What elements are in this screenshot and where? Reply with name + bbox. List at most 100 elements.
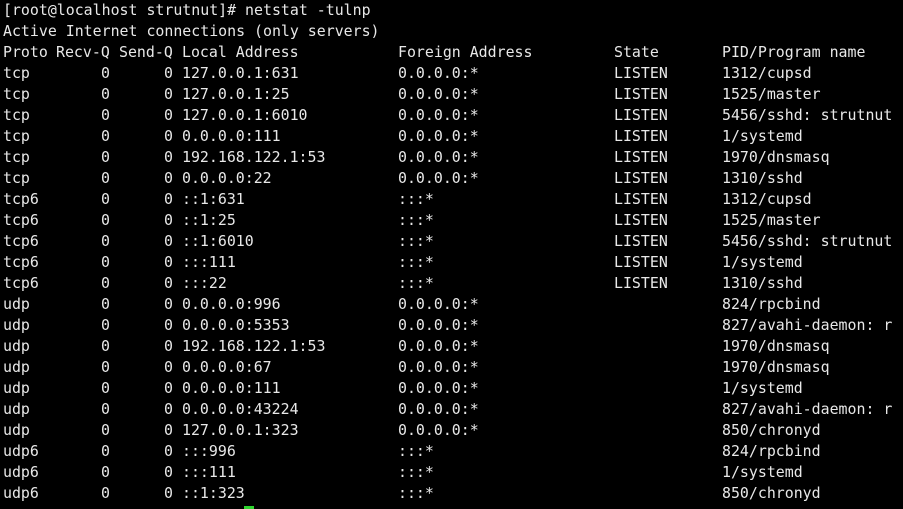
row-foreign-address: 0.0.0.0:*	[398, 358, 479, 376]
row-foreign-address: :::*	[398, 463, 434, 481]
table-row: tcp6 0 0::1:631:::* LISTEN 1312/cupsd	[3, 189, 903, 210]
row-local-address: 0.0.0.0:111	[182, 379, 281, 397]
table-row: udp 0 0 127.0.0.1:323 0.0.0.0:* 850/chronyd	[3, 420, 903, 441]
table-row: tcp6 0 0:::111:::* LISTEN 1/systemd	[3, 252, 903, 273]
row-send-q: 0	[164, 190, 173, 208]
row-pid-program: 1970/dnsmasq	[722, 337, 830, 355]
row-proto: udp	[3, 400, 30, 418]
row-pid-program: 850/chronyd	[722, 484, 821, 502]
row-local-address: 127.0.0.1:25	[182, 85, 290, 103]
row-recv-q: 0	[101, 106, 110, 124]
row-foreign-address: :::*	[398, 232, 434, 250]
row-pid-program: 827/avahi-daemon: r	[722, 316, 893, 334]
row-proto: tcp6	[3, 190, 39, 208]
row-foreign-address: 0.0.0.0:*	[398, 85, 479, 103]
row-recv-q: 0	[101, 442, 110, 460]
table-row: udp 0 0 0.0.0.0:43224 0.0.0.0:* 827/avahi-dae…	[3, 399, 903, 420]
terminal-window[interactable]: [root@localhost strutnut]# netstat -tuln…	[0, 0, 903, 509]
row-state: LISTEN	[614, 232, 668, 250]
row-recv-q: 0	[101, 379, 110, 397]
row-foreign-address: :::*	[398, 211, 434, 229]
row-pid-program: 1312/cupsd	[722, 64, 812, 82]
row-foreign-address: 0.0.0.0:*	[398, 169, 479, 187]
row-send-q: 0	[164, 64, 173, 82]
row-recv-q: 0	[101, 274, 110, 292]
row-state: LISTEN	[614, 64, 668, 82]
row-send-q: 0	[164, 358, 173, 376]
table-row: tcp 0 0 192.168.122.1:53 0.0.0.0:* LISTEN 1970…	[3, 147, 903, 168]
table-row: udp 0 0 0.0.0.0:5353 0.0.0.0:* 827/avahi-daem…	[3, 315, 903, 336]
row-recv-q: 0	[101, 400, 110, 418]
row-pid-program: 5456/sshd: strutnut	[722, 106, 893, 124]
header-proto: Proto	[3, 43, 48, 61]
table-row: tcp 0 0 127.0.0.1:25 0.0.0.0:* LISTEN 1525/mas…	[3, 84, 903, 105]
row-foreign-address: 0.0.0.0:*	[398, 400, 479, 418]
row-pid-program: 1312/cupsd	[722, 190, 812, 208]
row-state: LISTEN	[614, 190, 668, 208]
row-local-address: 0.0.0.0:5353	[182, 316, 290, 334]
header-state: State	[614, 43, 659, 61]
header-send-q: Send-Q	[119, 43, 173, 61]
row-pid-program: 850/chronyd	[722, 421, 821, 439]
row-send-q: 0	[164, 253, 173, 271]
row-state: LISTEN	[614, 106, 668, 124]
table-row: tcp 0 0 127.0.0.1:6010 0.0.0.0:* LISTEN 5456/s…	[3, 105, 903, 126]
row-local-address: ::1:323	[182, 484, 245, 502]
header-pid-program: PID/Program name	[722, 43, 866, 61]
row-local-address: :::22	[182, 274, 227, 292]
row-proto: tcp6	[3, 211, 39, 229]
table-row: tcp 0 0 0.0.0.0:111 0.0.0.0:* LISTEN 1/systemd	[3, 126, 903, 147]
row-send-q: 0	[164, 232, 173, 250]
row-state: LISTEN	[614, 85, 668, 103]
row-pid-program: 1310/sshd	[722, 169, 803, 187]
row-state: LISTEN	[614, 211, 668, 229]
row-local-address: ::1:631	[182, 190, 245, 208]
row-proto: udp	[3, 316, 30, 334]
row-pid-program: 824/rpcbind	[722, 442, 821, 460]
row-foreign-address: 0.0.0.0:*	[398, 127, 479, 145]
row-send-q: 0	[164, 484, 173, 502]
row-local-address: ::1:6010	[182, 232, 254, 250]
row-pid-program: 1970/dnsmasq	[722, 148, 830, 166]
row-recv-q: 0	[101, 64, 110, 82]
row-pid-program: 1525/master	[722, 85, 821, 103]
row-proto: udp6	[3, 484, 39, 502]
command-prompt-line: [root@localhost strutnut]# netstat -tuln…	[3, 1, 371, 19]
row-foreign-address: 0.0.0.0:*	[398, 379, 479, 397]
row-send-q: 0	[164, 148, 173, 166]
table-row: udp 0 0 0.0.0.0:996 0.0.0.0:* 824/rpcbind	[3, 294, 903, 315]
row-proto: udp	[3, 421, 30, 439]
row-local-address: 0.0.0.0:22	[182, 169, 272, 187]
row-send-q: 0	[164, 421, 173, 439]
row-local-address: 0.0.0.0:43224	[182, 400, 299, 418]
row-recv-q: 0	[101, 253, 110, 271]
table-row: tcp6 0 0::1:25:::* LISTEN 1525/master	[3, 210, 903, 231]
row-state: LISTEN	[614, 169, 668, 187]
row-proto: tcp6	[3, 274, 39, 292]
row-recv-q: 0	[101, 295, 110, 313]
row-proto: udp6	[3, 463, 39, 481]
row-local-address: 127.0.0.1:631	[182, 64, 299, 82]
row-recv-q: 0	[101, 484, 110, 502]
row-pid-program: 827/avahi-daemon: r	[722, 400, 893, 418]
row-proto: udp	[3, 295, 30, 313]
row-proto: tcp	[3, 127, 30, 145]
row-foreign-address: 0.0.0.0:*	[398, 421, 479, 439]
row-recv-q: 0	[101, 421, 110, 439]
row-recv-q: 0	[101, 316, 110, 334]
row-send-q: 0	[164, 211, 173, 229]
row-local-address: 0.0.0.0:111	[182, 127, 281, 145]
row-local-address: :::111	[182, 253, 236, 271]
row-proto: tcp	[3, 106, 30, 124]
row-send-q: 0	[164, 106, 173, 124]
row-recv-q: 0	[101, 211, 110, 229]
row-recv-q: 0	[101, 127, 110, 145]
row-local-address: 127.0.0.1:323	[182, 421, 299, 439]
row-local-address: 127.0.0.1:6010	[182, 106, 308, 124]
row-pid-program: 1970/dnsmasq	[722, 358, 830, 376]
row-proto: tcp6	[3, 232, 39, 250]
row-local-address: 192.168.122.1:53	[182, 337, 326, 355]
row-pid-program: 1310/sshd	[722, 274, 803, 292]
row-local-address: 0.0.0.0:67	[182, 358, 272, 376]
row-state: LISTEN	[614, 274, 668, 292]
